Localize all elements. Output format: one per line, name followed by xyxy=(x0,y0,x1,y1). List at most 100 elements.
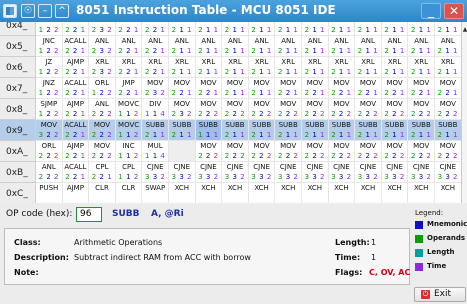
instruction-cell[interactable] xyxy=(169,141,196,162)
vertical-scrollbar[interactable]: ▲ xyxy=(461,22,467,203)
instruction-cell[interactable]: MOV 2 2 2 xyxy=(248,141,276,162)
instruction-cell[interactable]: XRL 2 1 1 xyxy=(435,57,461,78)
instruction-cell[interactable]: XCH xyxy=(329,183,356,203)
instruction-cell[interactable]: MOV 2 2 2 xyxy=(328,99,356,120)
instruction-cell[interactable]: MOV 2 2 1 xyxy=(408,78,435,99)
opcode-input[interactable]: 96 xyxy=(76,207,102,222)
instruction-cell[interactable]: SUBB 2 1 1 xyxy=(248,120,276,141)
instruction-cell[interactable]: 2 3 2 xyxy=(89,22,116,36)
instruction-cell[interactable]: XRL 2 1 1 xyxy=(248,57,276,78)
maximize-icon[interactable]: ^ xyxy=(55,4,69,18)
instruction-cell[interactable]: 2 1 1 xyxy=(248,22,276,36)
instruction-cell[interactable]: XCH xyxy=(382,183,409,203)
shade-icon[interactable]: – xyxy=(38,4,52,18)
instruction-cell[interactable]: XCH xyxy=(275,183,302,203)
instruction-cell[interactable]: MOV 2 2 2 xyxy=(195,141,223,162)
instruction-cell[interactable]: SUBB 2 1 1 xyxy=(302,120,329,141)
instruction-cell[interactable]: XRL 2 1 1 xyxy=(355,57,382,78)
instruction-cell[interactable]: JMP 2 2 1 xyxy=(115,78,143,99)
instruction-cell[interactable]: AJMP 2 2 1 xyxy=(62,141,90,162)
instruction-cell[interactable]: CLR xyxy=(89,183,116,203)
instruction-cell[interactable]: 1 2 2 xyxy=(36,22,63,36)
instruction-cell[interactable]: CJNE 3 3 2 xyxy=(142,162,169,183)
instruction-cell[interactable]: DIV 1 1 4 xyxy=(142,99,169,120)
instruction-cell[interactable]: CJNE 3 3 2 xyxy=(408,162,435,183)
instruction-cell[interactable]: AJMP 2 2 1 xyxy=(62,57,90,78)
instruction-cell[interactable]: XCH xyxy=(222,183,249,203)
instruction-cell[interactable]: MOV 2 2 2 xyxy=(89,120,116,141)
instruction-cell[interactable]: XRL 2 1 1 xyxy=(169,57,196,78)
instruction-cell[interactable]: CJNE 3 3 2 xyxy=(248,162,276,183)
instruction-cell[interactable]: ACALL 2 2 1 xyxy=(62,36,90,57)
instruction-cell[interactable]: XRL 2 1 1 xyxy=(302,57,329,78)
instruction-cell[interactable]: MOV 2 2 1 xyxy=(195,78,223,99)
instruction-cell[interactable]: ANL 2 2 1 xyxy=(115,36,143,57)
instruction-cell[interactable]: 2 2 1 xyxy=(115,22,143,36)
instruction-cell[interactable]: ORL 2 2 2 xyxy=(36,141,63,162)
instruction-cell[interactable]: ANL 2 1 1 xyxy=(381,36,409,57)
instruction-cell[interactable]: MOV 2 2 1 xyxy=(275,78,302,99)
close-button[interactable]: ✕ xyxy=(444,3,464,19)
instruction-cell[interactable]: MOV 2 2 1 xyxy=(302,78,329,99)
instruction-cell[interactable]: XCH xyxy=(355,183,382,203)
instruction-cell[interactable]: ANL 2 1 1 xyxy=(248,36,276,57)
instruction-cell[interactable]: SJMP 1 2 2 xyxy=(36,99,63,120)
instruction-cell[interactable]: 2 2 1 xyxy=(62,22,90,36)
instruction-cell[interactable]: XRL 2 1 1 xyxy=(275,57,302,78)
instruction-cell[interactable]: MOV 2 2 2 xyxy=(355,141,382,162)
instruction-cell[interactable]: CJNE 3 3 2 xyxy=(328,162,356,183)
instruction-cell[interactable]: JNZ 1 2 2 xyxy=(36,78,63,99)
instruction-cell[interactable]: MOVC 1 1 2 xyxy=(115,99,143,120)
instruction-cell[interactable]: ANL 2 1 1 xyxy=(169,36,196,57)
instruction-cell[interactable]: ACALL 2 2 1 xyxy=(62,78,90,99)
instruction-cell[interactable]: CJNE 3 3 2 xyxy=(435,162,461,183)
instruction-cell[interactable]: CPL 2 2 1 xyxy=(89,162,116,183)
instruction-cell[interactable]: MOV 2 2 2 xyxy=(435,99,461,120)
instruction-cell[interactable]: ANL 2 1 1 xyxy=(195,36,223,57)
pin-icon[interactable]: ☉ xyxy=(21,4,35,18)
instruction-cell[interactable]: SUBB 2 1 1 xyxy=(142,120,169,141)
instruction-cell[interactable]: MOV 3 2 2 xyxy=(36,120,63,141)
instruction-cell[interactable]: MOV 2 2 2 xyxy=(435,141,461,162)
instruction-cell[interactable]: ANL 2 2 2 xyxy=(89,99,116,120)
instruction-cell[interactable]: XRL 2 1 1 xyxy=(222,57,249,78)
instruction-cell[interactable]: MOV 2 2 2 xyxy=(381,99,409,120)
instruction-cell[interactable]: XRL 2 2 1 xyxy=(142,57,169,78)
instruction-cell[interactable]: CJNE 3 3 2 xyxy=(195,162,223,183)
instruction-cell[interactable]: ANL 2 1 1 xyxy=(302,36,329,57)
instruction-cell[interactable]: MOV 2 2 2 xyxy=(302,141,329,162)
instruction-cell[interactable]: JZ 1 2 2 xyxy=(36,57,63,78)
instruction-cell[interactable]: CJNE 3 3 2 xyxy=(381,162,409,183)
instruction-cell[interactable]: XCH xyxy=(435,183,461,203)
instruction-cell[interactable]: CPL 1 1 2 xyxy=(115,162,143,183)
instruction-cell[interactable]: MOVC 1 1 2 xyxy=(115,120,143,141)
instruction-cell[interactable]: MOV 2 2 1 xyxy=(328,78,356,99)
instruction-cell[interactable]: CJNE 3 3 2 xyxy=(355,162,382,183)
instruction-cell[interactable]: ANL 2 1 1 xyxy=(328,36,356,57)
instruction-cell[interactable]: CJNE 3 3 2 xyxy=(275,162,302,183)
instruction-cell[interactable]: PUSH xyxy=(36,183,63,203)
instruction-cell[interactable]: 2 2 1 xyxy=(142,22,169,36)
instruction-cell[interactable]: XCH xyxy=(408,183,435,203)
instruction-cell[interactable]: MOV 2 2 2 xyxy=(328,141,356,162)
instruction-cell[interactable]: MOV 2 2 2 xyxy=(408,141,435,162)
exit-button[interactable]: ⏻ Exit xyxy=(414,287,466,302)
instruction-cell[interactable]: CJNE 3 3 2 xyxy=(169,162,196,183)
instruction-cell[interactable]: 2 1 1 xyxy=(222,22,249,36)
instruction-cell[interactable]: XCH xyxy=(169,183,196,203)
instruction-cell[interactable]: MOV 2 2 1 xyxy=(355,78,382,99)
instruction-cell[interactable]: XCH xyxy=(249,183,276,203)
instruction-cell[interactable]: SUBB 2 1 1 xyxy=(435,120,461,141)
instruction-cell[interactable]: XRL 2 1 1 xyxy=(381,57,409,78)
instruction-cell[interactable]: AJMP xyxy=(63,183,90,203)
instruction-cell[interactable]: INC 1 1 2 xyxy=(115,141,143,162)
instruction-cell[interactable]: XRL 2 3 2 xyxy=(89,57,116,78)
scroll-up-arrow-icon[interactable]: ▲ xyxy=(462,26,467,33)
instruction-cell[interactable]: XCH xyxy=(196,183,223,203)
instruction-cell[interactable]: MOV 2 2 2 xyxy=(89,141,116,162)
instruction-cell[interactable]: SUBB 2 1 1 xyxy=(275,120,302,141)
instruction-cell[interactable]: JNC 1 2 2 xyxy=(36,36,63,57)
instruction-cell[interactable]: MOV 2 2 2 xyxy=(222,141,249,162)
instruction-cell[interactable]: MOV 2 2 1 xyxy=(381,78,409,99)
minimize-button[interactable]: _ xyxy=(421,3,441,19)
